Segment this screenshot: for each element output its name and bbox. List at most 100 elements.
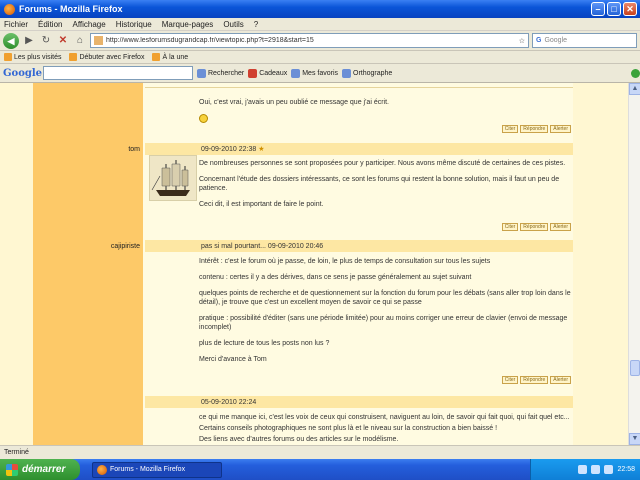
menu-bar: Fichier Édition Affichage Historique Mar…	[0, 18, 640, 31]
avatar	[149, 155, 197, 201]
post-paragraph: quelques points de recherche et de quest…	[199, 290, 571, 306]
menu-help[interactable]: ?	[254, 20, 258, 29]
settings-icon	[631, 68, 640, 78]
forum-post: tom 09-09-2010 22:38 ★ De nombreuses per…	[128, 143, 573, 235]
post-paragraph: pratique : possibilité d'éditer (sans un…	[199, 315, 568, 331]
reply-button[interactable]: Répondre	[520, 125, 549, 133]
antivirus-icon[interactable]	[604, 465, 614, 474]
network-icon[interactable]	[578, 465, 588, 474]
menu-bookmarks[interactable]: Marque-pages	[162, 20, 214, 29]
post-header: mada 05-09-2010 22:24	[145, 396, 573, 408]
quote-button[interactable]: Citer	[501, 223, 519, 231]
post-date: 09-09-2010 22:38	[201, 145, 257, 153]
scroll-down-button[interactable]: ▼	[629, 433, 640, 445]
post-paragraph: plus de lecture de tous les posts non lu…	[199, 340, 330, 347]
google-search-button[interactable]: Rechercher	[197, 68, 244, 78]
url-text[interactable]: http://www.lesforumsdugrandcap.fr/viewto…	[106, 37, 519, 44]
post-paragraph: Merci d'avance à Tom	[199, 356, 267, 363]
post-date: 05-09-2010 22:24	[201, 398, 257, 406]
navigation-toolbar: ◀ ▶ ↻ ✕ ⌂ http://www.lesforumsdugrandcap…	[0, 31, 640, 51]
left-sidebar-band	[33, 83, 143, 445]
post-paragraph: Ceci dit, il est important de faire le p…	[199, 201, 324, 208]
windows-logo-icon	[6, 463, 18, 476]
scroll-up-button[interactable]: ▲	[629, 83, 640, 95]
url-bar[interactable]: http://www.lesforumsdugrandcap.fr/viewto…	[90, 33, 529, 48]
site-favicon-icon	[94, 36, 103, 45]
window-controls: – □ ✕	[591, 2, 637, 16]
status-bar: Terminé	[0, 445, 640, 459]
post-header: tom 09-09-2010 22:38 ★	[128, 143, 573, 155]
menu-edit[interactable]: Édition	[38, 20, 62, 29]
close-button[interactable]: ✕	[623, 2, 637, 16]
search-input[interactable]: G Google	[532, 33, 637, 48]
bookmark-most-visited[interactable]: Les plus visités	[4, 53, 61, 61]
vertical-scrollbar[interactable]: ▲ ▼	[628, 83, 640, 445]
post-paragraph: Oui, c'est vrai, j'avais un peu oublié c…	[199, 99, 389, 106]
start-button[interactable]: démarrer	[0, 459, 80, 480]
post-paragraph: contenu : certes il y a des dérives, dan…	[199, 274, 472, 281]
taskbar-firefox-task[interactable]: Forums - Mozilla Firefox	[92, 461, 222, 478]
post-body: Intérêt : c'est le forum où je passe, de…	[199, 257, 571, 371]
status-text: Terminé	[4, 449, 29, 456]
post-actions: Citer Répondre Alerter	[501, 376, 571, 384]
report-button[interactable]: Alerter	[550, 223, 571, 231]
google-search-input[interactable]	[43, 66, 193, 80]
menu-view[interactable]: Affichage	[72, 20, 105, 29]
window-titlebar[interactable]: Forums - Mozilla Firefox – □ ✕	[0, 0, 640, 18]
post-paragraph: De nombreuses personnes se sont proposée…	[199, 160, 566, 167]
google-spellcheck-button[interactable]: Orthographe	[342, 68, 392, 78]
report-button[interactable]: Alerter	[550, 125, 571, 133]
post-actions: Citer Répondre Alerter	[501, 125, 571, 133]
window-title: Forums - Mozilla Firefox	[19, 4, 123, 14]
minimize-button[interactable]: –	[591, 2, 605, 16]
star-bookmark-icon[interactable]: ☆	[519, 37, 525, 45]
search-icon	[197, 68, 206, 78]
post-author[interactable]: cajipiriste	[100, 243, 140, 250]
smiley-icon	[199, 114, 208, 123]
volume-icon[interactable]	[591, 465, 601, 474]
stop-button[interactable]: ✕	[56, 34, 70, 48]
google-settings-button[interactable]	[631, 68, 640, 78]
start-label: démarrer	[22, 464, 66, 475]
google-favorites-button[interactable]: Mes favoris	[291, 68, 338, 78]
menu-file[interactable]: Fichier	[4, 20, 28, 29]
rss-icon	[152, 53, 161, 61]
star-icon: ★	[258, 146, 265, 153]
bookmark-news[interactable]: À la une	[152, 53, 188, 61]
post-body: De nombreuses personnes se sont proposée…	[199, 159, 571, 216]
post-separator	[145, 87, 573, 88]
bookmarks-bar: Les plus visités Débuter avec Firefox À …	[0, 51, 640, 64]
menu-tools[interactable]: Outils	[223, 20, 243, 29]
home-button[interactable]: ⌂	[73, 34, 87, 48]
bookmark-icon	[4, 53, 12, 61]
firefox-icon	[4, 3, 15, 15]
quote-button[interactable]: Citer	[501, 125, 519, 133]
maximize-button[interactable]: □	[607, 2, 621, 16]
scroll-thumb[interactable]	[630, 360, 640, 376]
google-toolbar: Google Rechercher Cadeaux Mes favoris Or…	[0, 64, 640, 83]
post-body: ce qui me manque ici, c'est les voix de …	[199, 413, 571, 445]
post-title: pas si mal pourtant... 09-09-2010 20:46	[201, 242, 324, 250]
reload-button[interactable]: ↻	[39, 34, 53, 48]
forward-button[interactable]: ▶	[22, 34, 36, 48]
back-button[interactable]: ◀	[3, 32, 19, 49]
quote-button[interactable]: Citer	[501, 376, 519, 384]
windows-taskbar: démarrer Forums - Mozilla Firefox 22:58	[0, 459, 640, 480]
menu-history[interactable]: Historique	[116, 20, 152, 29]
firefox-icon	[97, 464, 107, 475]
gift-icon	[248, 68, 258, 78]
google-logo: Google	[3, 67, 43, 79]
clock[interactable]: 22:58	[617, 466, 635, 473]
reply-button[interactable]: Répondre	[520, 376, 549, 384]
forum-post: cajipiriste pas si mal pourtant... 09-09…	[111, 240, 573, 388]
report-button[interactable]: Alerter	[550, 376, 571, 384]
reply-button[interactable]: Répondre	[520, 223, 549, 231]
bookmark-getting-started[interactable]: Débuter avec Firefox	[69, 53, 144, 61]
google-gifts-button[interactable]: Cadeaux	[248, 68, 287, 78]
post-author[interactable]: tom	[100, 146, 140, 153]
post-paragraph: Des liens avec d'autres forums ou des ar…	[199, 436, 399, 443]
post-paragraph: Certains conseils photographiques ne son…	[199, 425, 498, 432]
google-search-icon: G	[536, 37, 542, 44]
post-paragraph: Intérêt : c'est le forum où je passe, de…	[199, 258, 491, 265]
bookmark-icon	[69, 53, 78, 61]
